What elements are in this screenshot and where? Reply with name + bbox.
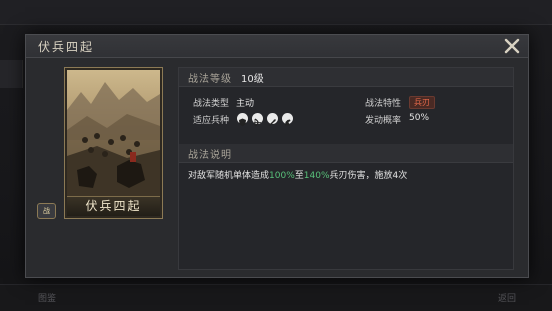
cavalry-icon <box>282 113 293 126</box>
background-bottom-bar: 图鉴 返回 <box>0 284 552 311</box>
units-label: 适应兵种 <box>193 116 230 126</box>
desc-max-damage: 140% <box>303 171 330 181</box>
level-header: 战法等级 10级 <box>179 68 513 87</box>
level-label: 战法等级 <box>188 74 232 85</box>
chance-value: 50% <box>409 113 430 123</box>
skill-info-panel: 战法等级 10级 战法类型 主动 战法特性 兵刃 适应兵种 发动概率 50% 战… <box>178 67 514 270</box>
desc-text-2: 至 <box>294 171 304 181</box>
trait-tag: 兵刃 <box>409 96 435 109</box>
close-button[interactable] <box>502 36 522 56</box>
shield-icon <box>237 113 248 127</box>
skill-card: 伏兵四起 <box>64 67 163 219</box>
unit-icons <box>237 113 307 127</box>
dialog-header: 伏兵四起 <box>26 35 528 58</box>
background-bottom-right-label: 返回 <box>498 294 517 304</box>
skill-card-illustration <box>67 70 160 198</box>
spear-icon <box>267 113 278 126</box>
description-label: 战法说明 <box>188 150 232 161</box>
skill-card-name: 伏兵四起 <box>67 196 160 216</box>
type-value: 主动 <box>236 99 255 109</box>
skill-description: 对敌军随机单体造成100%至140%兵刃伤害，施放4次 <box>188 168 407 181</box>
trait-label: 战法特性 <box>365 99 402 109</box>
description-header: 战法说明 <box>179 144 513 163</box>
bow-icon <box>252 113 263 127</box>
desc-text-3: 兵刃伤害，施放4次 <box>329 171 408 181</box>
background-side-tab <box>0 60 23 88</box>
skill-category-badge[interactable]: 战 <box>37 203 56 219</box>
desc-text-1: 对敌军随机单体造成 <box>188 171 270 181</box>
background-top-bar <box>0 0 552 25</box>
skill-detail-dialog: 伏兵四起 伏兵四起 战 战法等级 10级 战法类型 主动 战法特性 兵刃 适应兵… <box>25 34 529 278</box>
desc-min-damage: 100% <box>269 171 295 181</box>
type-label: 战法类型 <box>193 99 230 109</box>
close-x-icon <box>504 38 520 54</box>
background-bottom-left-label: 图鉴 <box>38 294 57 304</box>
chance-label: 发动概率 <box>365 116 402 126</box>
level-value: 10级 <box>241 74 264 85</box>
dialog-title: 伏兵四起 <box>38 40 95 54</box>
